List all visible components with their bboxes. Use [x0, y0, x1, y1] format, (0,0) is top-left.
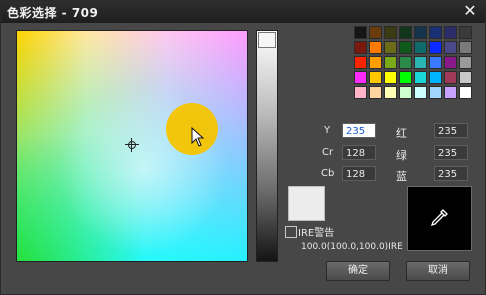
color-swatch[interactable] — [354, 26, 367, 39]
color-picker-dialog: 色彩选择 - 709 ✕ Y 235 Cr 128 Cb 128 红 235 绿… — [0, 0, 486, 295]
color-swatch[interactable] — [399, 26, 412, 39]
color-swatch[interactable] — [444, 41, 457, 54]
cr-label: Cr — [322, 147, 334, 158]
color-swatch[interactable] — [369, 56, 382, 69]
color-swatch[interactable] — [414, 41, 427, 54]
color-swatch[interactable] — [369, 71, 382, 84]
title-bar[interactable]: 色彩选择 - 709 ✕ — [1, 1, 485, 23]
color-swatch[interactable] — [414, 71, 427, 84]
ire-warning-checkbox[interactable] — [285, 226, 297, 238]
color-swatch[interactable] — [354, 71, 367, 84]
luminance-slider[interactable] — [256, 30, 278, 262]
cr-field[interactable]: 128 — [342, 145, 376, 160]
color-swatch[interactable] — [444, 71, 457, 84]
color-swatch[interactable] — [384, 71, 397, 84]
green-label: 绿 — [396, 149, 407, 162]
y-label: Y — [324, 125, 331, 136]
color-swatch[interactable] — [354, 86, 367, 99]
color-swatch[interactable] — [384, 26, 397, 39]
blue-field[interactable]: 235 — [434, 166, 468, 181]
eyedropper-icon — [430, 209, 448, 227]
color-swatch[interactable] — [429, 41, 442, 54]
y-field[interactable]: 235 — [342, 123, 376, 138]
color-swatch[interactable] — [384, 41, 397, 54]
color-swatch[interactable] — [429, 86, 442, 99]
color-swatch[interactable] — [459, 71, 472, 84]
color-swatch[interactable] — [399, 41, 412, 54]
color-swatch[interactable] — [429, 71, 442, 84]
color-swatch[interactable] — [399, 71, 412, 84]
ok-button[interactable]: 确定 — [326, 261, 390, 281]
ire-values-text: 100.0(100.0,100.0)IRE — [301, 242, 403, 252]
color-swatch[interactable] — [414, 56, 427, 69]
color-swatch[interactable] — [414, 26, 427, 39]
color-swatch[interactable] — [354, 41, 367, 54]
red-label: 红 — [396, 127, 407, 140]
slider-thumb[interactable] — [258, 32, 276, 48]
window-title: 色彩选择 - 709 — [7, 6, 99, 20]
color-preview — [288, 186, 325, 221]
color-swatch[interactable] — [354, 56, 367, 69]
green-field[interactable]: 235 — [434, 145, 468, 160]
mouse-pointer-icon — [191, 127, 205, 147]
color-swatch[interactable] — [459, 26, 472, 39]
ire-warning-label: IRE警告 — [298, 228, 335, 239]
color-swatch[interactable] — [384, 86, 397, 99]
color-swatch[interactable] — [369, 86, 382, 99]
close-icon[interactable]: ✕ — [461, 2, 479, 20]
color-swatch[interactable] — [444, 26, 457, 39]
color-swatch[interactable] — [399, 86, 412, 99]
color-swatch[interactable] — [444, 56, 457, 69]
color-swatch[interactable] — [399, 56, 412, 69]
cancel-button[interactable]: 取消 — [406, 261, 470, 281]
color-swatch[interactable] — [444, 86, 457, 99]
color-crosshair-icon[interactable] — [125, 138, 139, 152]
cb-field[interactable]: 128 — [342, 166, 376, 181]
color-swatch[interactable] — [429, 56, 442, 69]
color-swatch[interactable] — [369, 26, 382, 39]
eyedropper-button[interactable] — [407, 186, 472, 251]
blue-label: 蓝 — [396, 170, 407, 183]
color-swatch[interactable] — [459, 41, 472, 54]
color-swatch[interactable] — [414, 86, 427, 99]
color-palette[interactable] — [16, 30, 248, 262]
color-swatch[interactable] — [369, 41, 382, 54]
red-field[interactable]: 235 — [434, 123, 468, 138]
color-swatch[interactable] — [459, 56, 472, 69]
color-swatch[interactable] — [459, 86, 472, 99]
color-swatch[interactable] — [384, 56, 397, 69]
swatch-grid — [354, 26, 474, 99]
cb-label: Cb — [321, 168, 335, 179]
color-swatch[interactable] — [429, 26, 442, 39]
